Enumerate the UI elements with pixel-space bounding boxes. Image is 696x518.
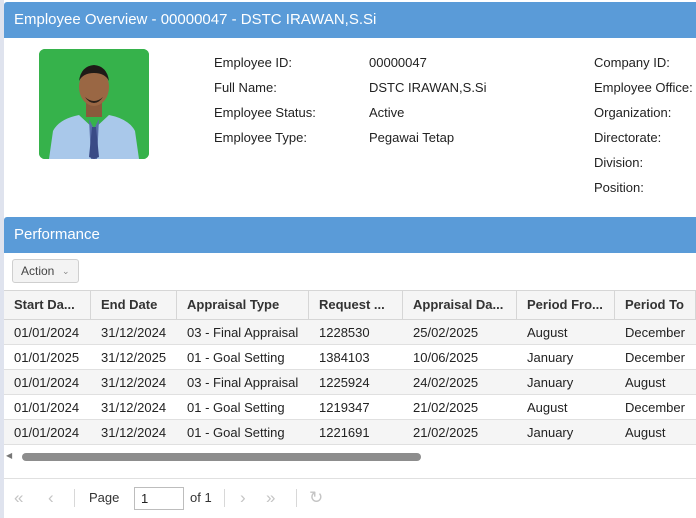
table-row[interactable]: 01/01/2024 31/12/2024 03 - Final Apprais…: [4, 370, 696, 395]
prev-page-icon[interactable]: ‹: [48, 487, 54, 509]
cell-appraisal-date: 25/02/2025: [413, 325, 479, 340]
division-label: Division:: [594, 155, 644, 170]
position-label: Position:: [594, 180, 644, 195]
cell-request: 1219347: [319, 400, 370, 415]
column-header-appraisal-type[interactable]: Appraisal Type: [177, 291, 309, 320]
chevron-down-icon: ⌄: [62, 266, 70, 276]
cell-end-date: 31/12/2024: [101, 400, 167, 415]
employee-photo: [39, 49, 149, 159]
action-menu-button[interactable]: Action ⌄: [12, 259, 79, 283]
cell-period-from: January: [527, 425, 574, 440]
page-count-label: of 1: [190, 490, 212, 505]
cell-period-to: December: [625, 400, 685, 415]
grid-header-row: Start Da... End Date Appraisal Type Requ…: [4, 290, 696, 320]
cell-period-from: August: [527, 325, 568, 340]
cell-appraisal-type: 01 - Goal Setting: [187, 350, 285, 365]
pager-divider: [74, 489, 75, 507]
table-row[interactable]: 01/01/2024 31/12/2024 03 - Final Apprais…: [4, 320, 696, 345]
cell-end-date: 31/12/2024: [101, 375, 167, 390]
person-icon: [39, 49, 149, 159]
employee-type-label: Employee Type:: [214, 130, 307, 145]
next-page-icon[interactable]: ›: [240, 487, 246, 509]
refresh-icon[interactable]: ↻: [309, 487, 323, 509]
column-header-start-date[interactable]: Start Da...: [4, 291, 91, 320]
cell-appraisal-date: 10/06/2025: [413, 350, 479, 365]
page-title: Employee Overview - 00000047 - DSTC IRAW…: [4, 2, 696, 38]
cell-end-date: 31/12/2025: [101, 350, 167, 365]
cell-period-to: December: [625, 325, 685, 340]
performance-grid: Start Da... End Date Appraisal Type Requ…: [4, 290, 696, 445]
scroll-left-icon[interactable]: ◀: [6, 451, 12, 460]
employee-type-value: Pegawai Tetap: [369, 130, 455, 145]
cell-end-date: 31/12/2024: [101, 425, 167, 440]
action-button-label: Action: [21, 264, 55, 278]
organization-label: Organization:: [594, 105, 672, 120]
table-row[interactable]: 01/01/2025 31/12/2025 01 - Goal Setting …: [4, 345, 696, 370]
pager-divider: [224, 489, 225, 507]
cell-appraisal-date: 21/02/2025: [413, 400, 479, 415]
cell-appraisal-type: 03 - Final Appraisal: [187, 325, 299, 340]
cell-appraisal-date: 24/02/2025: [413, 375, 479, 390]
cell-start-date: 01/01/2024: [14, 375, 80, 390]
cell-request: 1384103: [319, 350, 370, 365]
cell-request: 1228530: [319, 325, 370, 340]
employee-status-label: Employee Status:: [214, 105, 316, 120]
cell-start-date: 01/01/2025: [14, 350, 80, 365]
cell-end-date: 31/12/2024: [101, 325, 167, 340]
first-page-icon[interactable]: «: [14, 487, 23, 509]
page-number-input[interactable]: [134, 487, 184, 510]
column-header-request[interactable]: Request ...: [309, 291, 403, 320]
full-name-label: Full Name:: [214, 80, 277, 95]
employee-overview-window: Employee Overview - 00000047 - DSTC IRAW…: [4, 0, 696, 518]
cell-start-date: 01/01/2024: [14, 325, 80, 340]
employee-office-label: Employee Office:: [594, 80, 693, 95]
full-name-value: DSTC IRAWAN,S.Si: [369, 80, 487, 95]
cell-period-to: December: [625, 350, 685, 365]
cell-period-from: January: [527, 350, 574, 365]
cell-appraisal-date: 21/02/2025: [413, 425, 479, 440]
cell-appraisal-type: 01 - Goal Setting: [187, 425, 285, 440]
cell-start-date: 01/01/2024: [14, 425, 80, 440]
column-header-appraisal-date[interactable]: Appraisal Da...: [403, 291, 517, 320]
cell-appraisal-type: 03 - Final Appraisal: [187, 375, 299, 390]
cell-period-to: August: [625, 375, 666, 390]
column-header-period-to[interactable]: Period To: [615, 291, 696, 320]
cell-start-date: 01/01/2024: [14, 400, 80, 415]
cell-period-to: August: [625, 425, 666, 440]
column-header-period-from[interactable]: Period Fro...: [517, 291, 615, 320]
table-row[interactable]: 01/01/2024 31/12/2024 01 - Goal Setting …: [4, 420, 696, 445]
pagination-toolbar: « ‹ Page of 1 › » ↻: [4, 478, 696, 518]
company-id-label: Company ID:: [594, 55, 670, 70]
performance-section-title: Performance: [4, 217, 696, 253]
cell-period-from: August: [527, 400, 568, 415]
cell-appraisal-type: 01 - Goal Setting: [187, 400, 285, 415]
pager-divider: [296, 489, 297, 507]
last-page-icon[interactable]: »: [266, 487, 275, 509]
cell-request: 1221691: [319, 425, 370, 440]
column-header-end-date[interactable]: End Date: [91, 291, 177, 320]
employee-id-label: Employee ID:: [214, 55, 293, 70]
employee-id-value: 00000047: [369, 55, 427, 70]
directorate-label: Directorate:: [594, 130, 662, 145]
table-row[interactable]: 01/01/2024 31/12/2024 01 - Goal Setting …: [4, 395, 696, 420]
page-label: Page: [89, 490, 120, 505]
employee-status-value: Active: [369, 105, 405, 120]
horizontal-scrollbar[interactable]: ◀: [4, 448, 696, 466]
scrollbar-thumb[interactable]: [22, 453, 421, 461]
cell-period-from: January: [527, 375, 574, 390]
cell-request: 1225924: [319, 375, 370, 390]
